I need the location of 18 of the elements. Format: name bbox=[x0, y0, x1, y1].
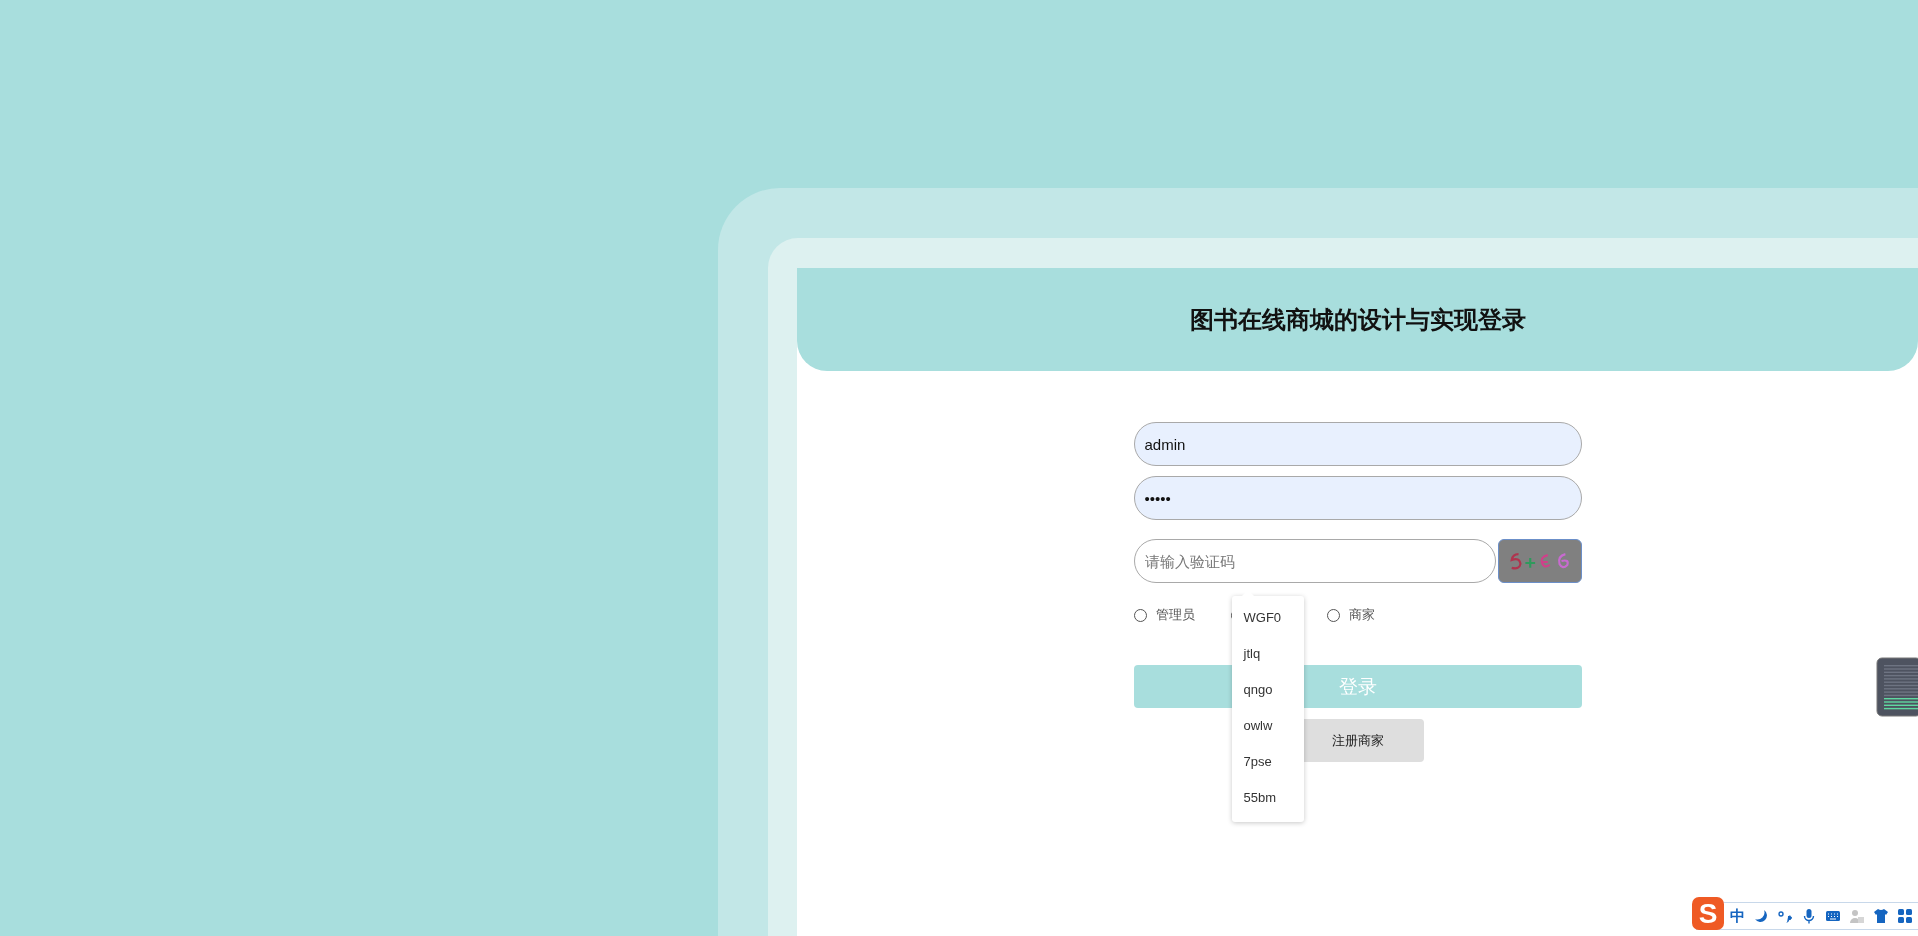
autocomplete-option[interactable]: qngo bbox=[1231, 672, 1304, 708]
autocomplete-option[interactable]: WGF0 bbox=[1231, 600, 1304, 636]
microphone-icon[interactable] bbox=[1801, 908, 1817, 924]
side-widget-drawing[interactable] bbox=[1876, 657, 1918, 717]
password-field[interactable]: ••••• bbox=[1133, 476, 1582, 520]
moon-icon[interactable] bbox=[1753, 908, 1769, 924]
radio-label: 管理员 bbox=[1155, 606, 1195, 624]
punctuation-icon[interactable] bbox=[1777, 908, 1793, 924]
page-title: 图书在线商城的设计与实现登录 bbox=[1189, 304, 1526, 335]
captcha-field[interactable]: 请输入验证码 bbox=[1133, 539, 1496, 583]
ime-mode-toggle[interactable]: 中 bbox=[1730, 906, 1745, 926]
shirt-icon[interactable] bbox=[1873, 908, 1889, 924]
radio-label: 商家 bbox=[1348, 606, 1375, 624]
keyboard-icon[interactable] bbox=[1825, 908, 1841, 924]
captcha-drawing[interactable] bbox=[1497, 539, 1582, 583]
autocomplete-option[interactable]: 55bm bbox=[1231, 780, 1304, 816]
grid-icon[interactable] bbox=[1897, 908, 1913, 924]
username-field[interactable]: admin bbox=[1133, 422, 1582, 466]
